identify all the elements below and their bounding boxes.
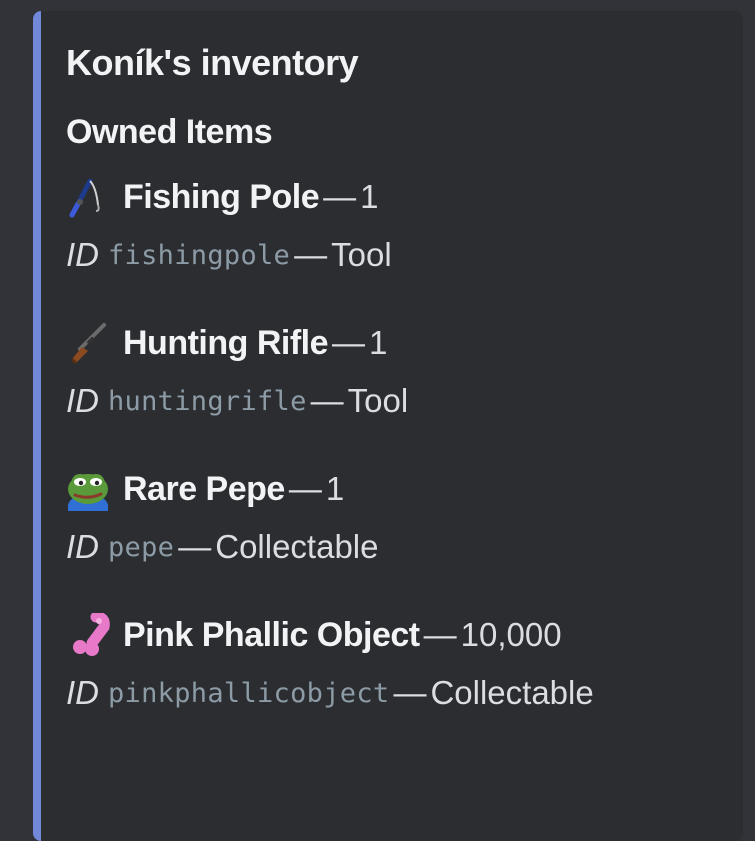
item-id-code: pepe bbox=[108, 531, 175, 563]
separator: — bbox=[288, 470, 322, 507]
id-label: ID bbox=[66, 528, 99, 565]
item-header: Rare Pepe — 1 bbox=[66, 467, 733, 511]
item-name: Hunting Rifle bbox=[123, 323, 329, 362]
separator: — bbox=[294, 236, 328, 273]
separator: — bbox=[423, 616, 457, 653]
item-header: Hunting Rifle — 1 bbox=[66, 321, 733, 365]
item-id-line: ID huntingrifle — Tool bbox=[66, 379, 733, 423]
item-quantity: 10,000 bbox=[460, 616, 562, 653]
item-header: Pink Phallic Object — 10,000 bbox=[66, 613, 733, 657]
item-id-line: ID pinkphallicobject — Collectable bbox=[66, 671, 733, 715]
item-name: Pink Phallic Object bbox=[123, 615, 420, 654]
item-id-code: huntingrifle bbox=[108, 385, 307, 417]
item-category: Collectable bbox=[215, 528, 379, 565]
separator: — bbox=[310, 382, 344, 419]
separator: — bbox=[178, 528, 212, 565]
item-quantity: 1 bbox=[360, 178, 379, 215]
item-category: Tool bbox=[331, 236, 392, 273]
id-label: ID bbox=[66, 382, 99, 419]
embed-content: Koník's inventory Owned Items Fishing Po… bbox=[66, 41, 733, 715]
inventory-embed: Koník's inventory Owned Items Fishing Po… bbox=[33, 11, 743, 841]
rare-pepe-icon bbox=[66, 467, 110, 511]
id-label: ID bbox=[66, 236, 99, 273]
item-header: Fishing Pole — 1 bbox=[66, 175, 733, 219]
item-id-line: ID fishingpole — Tool bbox=[66, 233, 733, 277]
inventory-item: Hunting Rifle — 1 ID huntingrifle — Tool bbox=[66, 321, 733, 423]
separator: — bbox=[332, 324, 366, 361]
item-category: Tool bbox=[347, 382, 409, 419]
id-label: ID bbox=[66, 674, 99, 711]
embed-title: Koník's inventory bbox=[66, 42, 359, 83]
separator: — bbox=[393, 674, 427, 711]
item-category: Collectable bbox=[430, 674, 594, 711]
fishing-pole-icon bbox=[66, 175, 110, 219]
inventory-item: Pink Phallic Object — 10,000 ID pinkphal… bbox=[66, 613, 733, 715]
embed-accent-bar bbox=[33, 11, 41, 841]
hunting-rifle-icon bbox=[66, 321, 110, 365]
field-name: Owned Items bbox=[66, 113, 273, 151]
item-quantity: 1 bbox=[369, 324, 388, 361]
item-id-code: fishingpole bbox=[108, 239, 291, 271]
pink-phallic-object-icon bbox=[66, 613, 110, 657]
item-quantity: 1 bbox=[325, 470, 345, 507]
inventory-item: Fishing Pole — 1 ID fishingpole — Tool bbox=[66, 175, 733, 277]
item-id-line: ID pepe — Collectable bbox=[66, 525, 733, 569]
item-id-code: pinkphallicobject bbox=[108, 677, 390, 709]
item-name: Fishing Pole bbox=[123, 177, 320, 216]
separator: — bbox=[323, 178, 357, 215]
inventory-item: Rare Pepe — 1 ID pepe — Collectable bbox=[66, 467, 733, 569]
item-name: Rare Pepe bbox=[123, 469, 285, 508]
